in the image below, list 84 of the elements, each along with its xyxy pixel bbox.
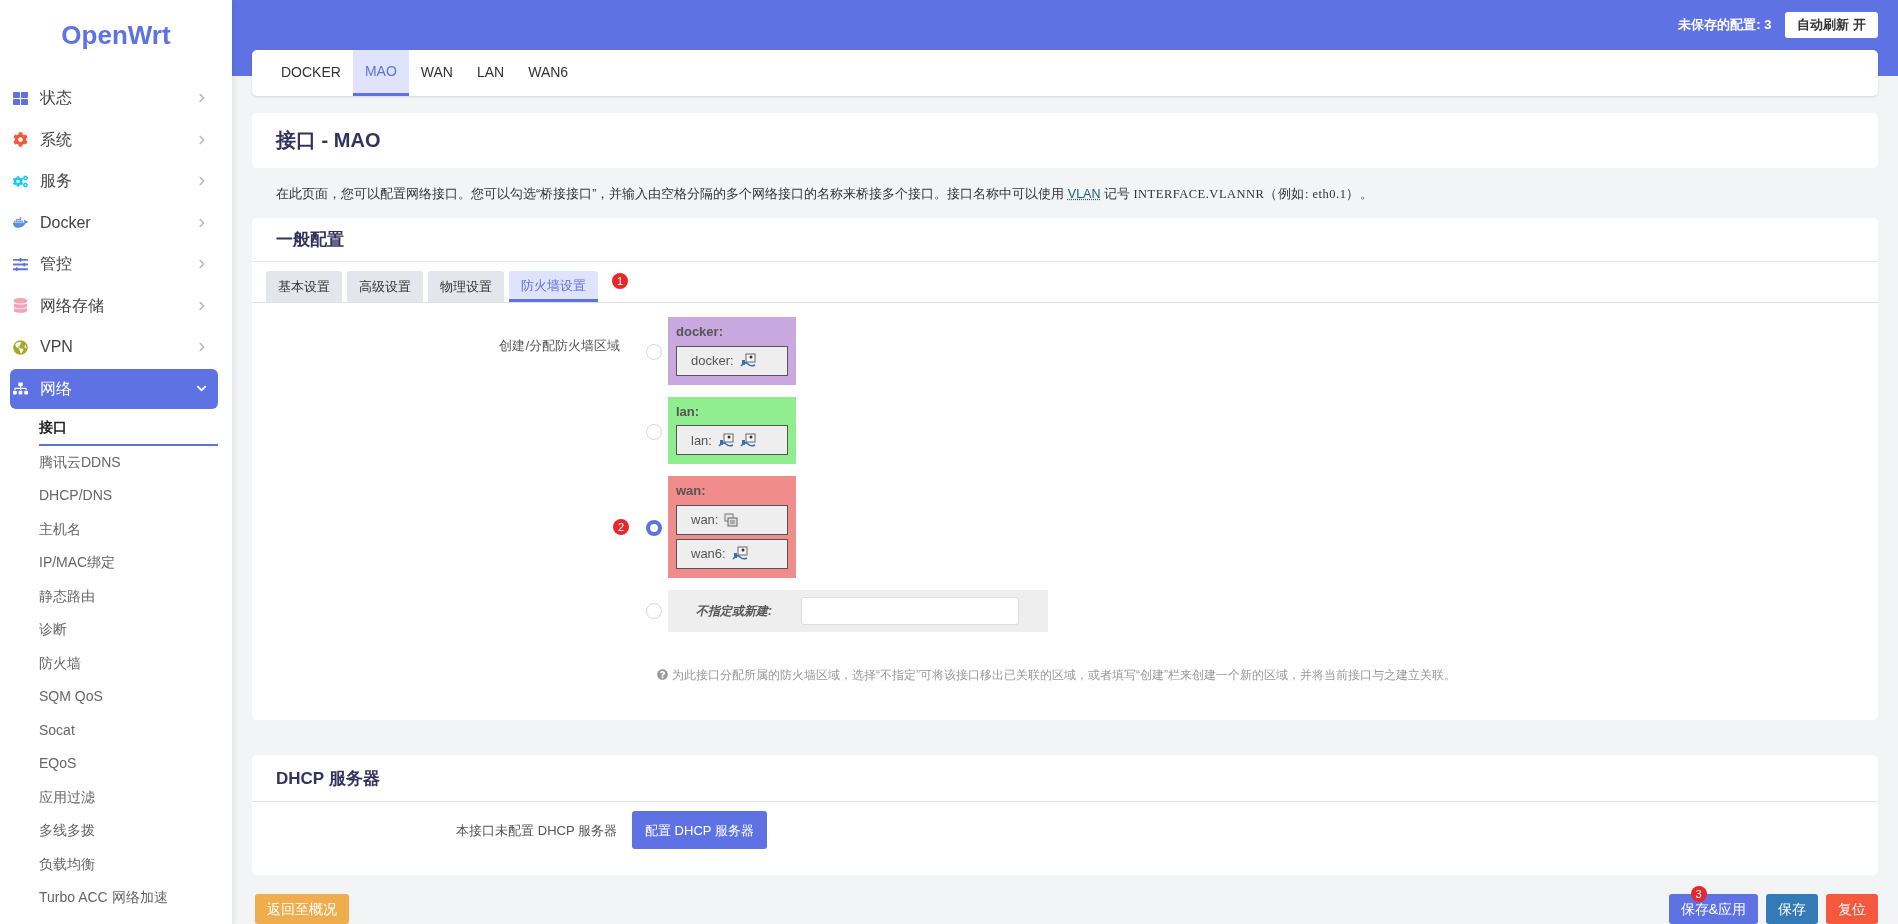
globe-icon bbox=[13, 339, 28, 355]
interface-badge: lan: bbox=[676, 425, 788, 456]
network-device-icon bbox=[731, 546, 748, 562]
sidebar-item[interactable]: 管控 bbox=[10, 244, 218, 284]
settings-tab[interactable]: 防火墙设置 bbox=[509, 271, 598, 303]
annotation-marker: 3 bbox=[1690, 886, 1707, 902]
stacked-windows-icon bbox=[724, 512, 739, 527]
logo: OpenWrt bbox=[61, 18, 171, 52]
settings-tab[interactable]: 高级设置 bbox=[347, 271, 423, 303]
network-device-icon bbox=[717, 432, 734, 448]
auto-refresh-button[interactable]: 自动刷新 开 bbox=[1785, 11, 1878, 38]
interface-badge: wan: bbox=[676, 504, 788, 535]
interface-badge: wan6: bbox=[676, 538, 788, 569]
interface-badge: docker: bbox=[676, 345, 788, 376]
field-label: 创建/分配防火墙区域 bbox=[499, 338, 620, 354]
dhcp-status-text: 本接口未配置 DHCP 服务器 bbox=[456, 823, 617, 839]
sidebar-item[interactable]: VPN bbox=[10, 327, 218, 367]
chevron-right-icon bbox=[197, 134, 207, 145]
submenu-item[interactable]: 腾讯云DDNS bbox=[39, 445, 218, 479]
submenu-item[interactable]: SQM QoS bbox=[39, 680, 218, 714]
submenu-item[interactable]: 防火墙 bbox=[39, 646, 218, 680]
zone-name: lan: bbox=[676, 402, 701, 421]
chevron-right-icon bbox=[197, 93, 207, 103]
sidebar-item[interactable]: 系统 bbox=[10, 119, 218, 160]
chevron-right-icon bbox=[197, 217, 207, 228]
sitemap-icon bbox=[13, 381, 28, 396]
zone-name: wan: bbox=[676, 482, 707, 501]
zone-name-field[interactable] bbox=[801, 596, 1019, 625]
chevron-right-icon bbox=[197, 300, 207, 311]
gear-icon bbox=[13, 132, 28, 147]
submenu-item[interactable]: 多线多拨 bbox=[39, 814, 218, 848]
sidebar-item[interactable]: 网络存储 bbox=[10, 285, 218, 326]
settings-tab[interactable]: 物理设置 bbox=[428, 271, 504, 303]
radio-button[interactable] bbox=[646, 520, 662, 537]
interface-tab[interactable]: MAO bbox=[352, 49, 409, 96]
submenu-item[interactable]: Turbo ACC 网络加速 bbox=[39, 881, 218, 915]
vlan-link[interactable]: VLAN bbox=[1067, 186, 1101, 201]
submenu-item[interactable]: 诊断 bbox=[39, 613, 218, 647]
submenu-item[interactable]: 应用过滤 bbox=[39, 780, 218, 814]
submenu-item[interactable]: IP/MAC绑定 bbox=[39, 546, 218, 580]
interface-tab[interactable]: DOCKER bbox=[269, 49, 353, 96]
help-icon bbox=[657, 669, 668, 681]
configure-dhcp-button[interactable]: 配置 DHCP 服务器 bbox=[632, 811, 767, 850]
chevron-right-icon bbox=[197, 259, 207, 269]
new-zone-label: 不指定或新建: bbox=[695, 602, 773, 620]
chevron-down-icon bbox=[196, 383, 207, 394]
network-device-icon bbox=[739, 432, 756, 448]
database-icon bbox=[13, 298, 28, 313]
sidebar-item[interactable]: 网络 bbox=[10, 368, 218, 409]
submenu-item[interactable]: EQoS bbox=[39, 747, 218, 781]
chevron-right-icon bbox=[197, 342, 207, 352]
firewall-zone[interactable]: lan: lan: bbox=[668, 396, 796, 465]
settings-tab[interactable]: 基本设置 bbox=[266, 271, 342, 303]
firewall-zone[interactable]: docker: docker: bbox=[668, 317, 796, 385]
zone-name: docker: bbox=[676, 323, 724, 342]
submenu-item[interactable]: DHCP/DNS bbox=[39, 479, 218, 513]
submenu-item[interactable]: 主机名 bbox=[39, 512, 218, 546]
grid-icon bbox=[13, 90, 28, 106]
gears-icon bbox=[13, 173, 28, 189]
annotation-marker: 2 bbox=[613, 519, 629, 536]
submenu-item[interactable]: 负载均衡 bbox=[39, 847, 218, 881]
unsaved-changes-label[interactable]: 未保存的配置: 3 bbox=[1678, 15, 1772, 35]
annotation-marker: 1 bbox=[612, 273, 628, 290]
submenu-item[interactable]: Socat bbox=[39, 713, 218, 747]
interface-tab[interactable]: LAN bbox=[464, 49, 517, 96]
sidebar-item[interactable]: 服务 bbox=[10, 161, 218, 201]
network-device-icon bbox=[739, 353, 756, 369]
sliders-icon bbox=[13, 256, 28, 272]
page-title: 接口 - MAO bbox=[276, 128, 381, 154]
section-title: 一般配置 bbox=[276, 229, 344, 252]
section-title: DHCP 服务器 bbox=[276, 767, 380, 790]
submenu-item[interactable]: 接口 bbox=[39, 412, 218, 446]
description-text: 在此页面，您可以配置网络接口。您可以勾选“桥接接口”，并输入由空格分隔的多个网络接口的名称来桥接多个接口。接口名称中可以使用 VLAN 记号 INTERFACE.VLANNR（例如: eth0.1）。 bbox=[275, 185, 1375, 203]
save-button[interactable]: 保存 bbox=[1766, 894, 1818, 924]
submenu-item[interactable]: 静态路由 bbox=[39, 579, 218, 613]
help-text: 为此接口分配所属的防火墙区域，选择“不指定”可将该接口移出已关联的区域，或者填写“创建”栏来创建一个新的区域，并将当前接口与之建立关联。 bbox=[672, 666, 1456, 684]
chevron-right-icon bbox=[197, 176, 207, 186]
firewall-zone[interactable]: wan: wan: wan6: bbox=[668, 476, 796, 578]
interface-tab[interactable]: WAN6 bbox=[516, 49, 581, 96]
interface-tab[interactable]: WAN bbox=[408, 49, 465, 96]
whale-icon bbox=[13, 215, 28, 230]
sidebar-item[interactable]: Docker bbox=[10, 202, 218, 243]
sidebar-item[interactable]: 状态 bbox=[10, 78, 218, 118]
reset-button[interactable]: 复位 bbox=[1826, 894, 1878, 924]
